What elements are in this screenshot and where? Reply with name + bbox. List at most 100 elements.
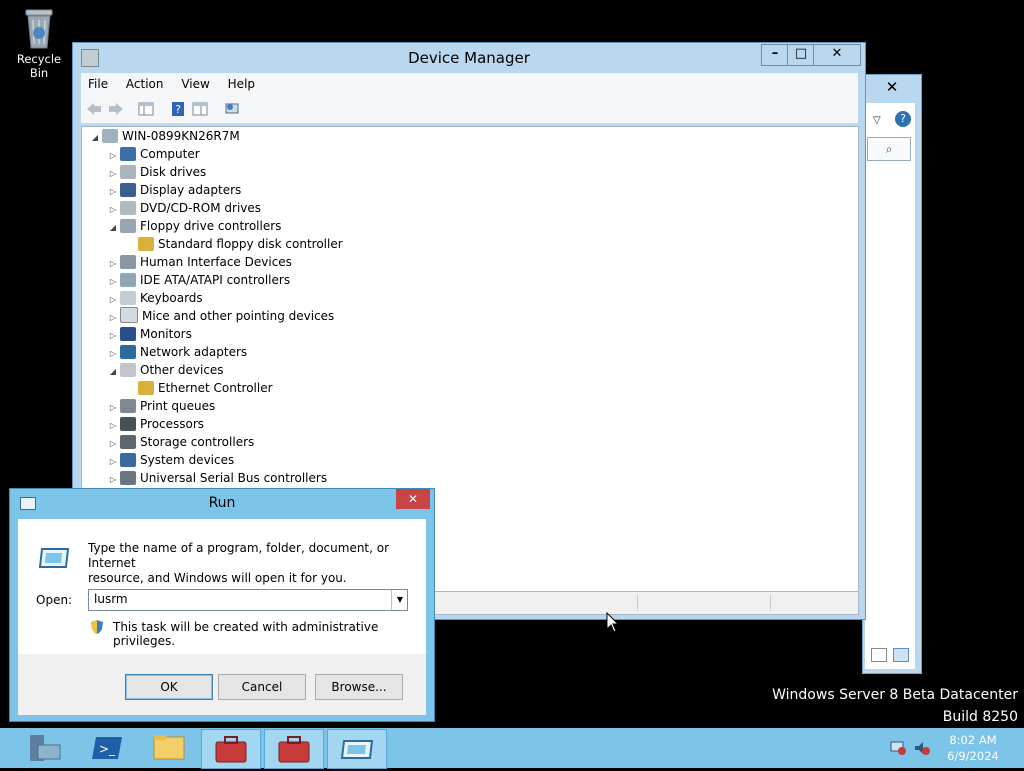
collapse-icon[interactable]: ◢ bbox=[90, 129, 100, 147]
minimize-button[interactable]: – bbox=[761, 44, 789, 66]
taskbar-toolbox-1[interactable] bbox=[201, 729, 261, 769]
menu-action[interactable]: Action bbox=[119, 73, 171, 95]
collapse-icon[interactable]: ◢ bbox=[108, 219, 118, 237]
network-adapter-icon bbox=[120, 345, 136, 359]
tree-item-label: Processors bbox=[140, 417, 205, 431]
properties-icon[interactable] bbox=[191, 100, 209, 118]
run-icon bbox=[38, 547, 70, 569]
close-button[interactable]: ✕ bbox=[813, 44, 861, 66]
tree-item-keyboards[interactable]: ▷ Keyboards bbox=[108, 289, 203, 307]
tree-item-label: IDE ATA/ATAPI controllers bbox=[140, 273, 291, 287]
tree-item-computer[interactable]: ▷ Computer bbox=[108, 145, 200, 163]
toolbox-icon bbox=[278, 736, 310, 763]
tree-item-disk-drives[interactable]: ▷ Disk drives bbox=[108, 163, 206, 181]
taskbar-clock[interactable]: 8:02 AM 6/9/2024 bbox=[938, 732, 1008, 764]
tree-item-system-devices[interactable]: ▷ System devices bbox=[108, 451, 234, 469]
computer-icon bbox=[120, 147, 136, 161]
tree-item-label: Floppy drive controllers bbox=[140, 219, 282, 233]
taskbar: >_ 8:02 AM 6/9/2024 bbox=[0, 728, 1024, 769]
help-book-icon[interactable]: ? bbox=[169, 100, 187, 118]
os-watermark: Windows Server 8 Beta Datacenter Build 8… bbox=[772, 684, 1018, 728]
mouse-cursor-icon bbox=[606, 611, 620, 637]
tree-child-label: Ethernet Controller bbox=[158, 381, 273, 395]
scan-hardware-icon[interactable] bbox=[223, 100, 241, 118]
maximize-button[interactable]: □ bbox=[787, 44, 815, 66]
taskbar-powershell[interactable]: >_ bbox=[78, 729, 136, 767]
open-input[interactable]: lusrm bbox=[94, 592, 128, 606]
taskbar-server-manager[interactable] bbox=[16, 729, 74, 767]
volume-muted-icon[interactable] bbox=[914, 741, 930, 755]
back-arrow-icon[interactable] bbox=[85, 100, 103, 118]
tree-item-processors[interactable]: ▷ Processors bbox=[108, 415, 204, 433]
tree-item-other-devices[interactable]: ◢ Other devices bbox=[108, 361, 224, 379]
powershell-icon: >_ bbox=[92, 737, 122, 759]
recycle-bin-icon bbox=[22, 6, 56, 50]
cancel-button[interactable]: Cancel bbox=[218, 674, 306, 700]
status-divider bbox=[637, 595, 638, 611]
tree-item-mice[interactable]: ▷ Mice and other pointing devices bbox=[108, 307, 334, 325]
menu-view[interactable]: View bbox=[174, 73, 216, 95]
warning-device-icon bbox=[138, 381, 154, 395]
taskbar-toolbox-2[interactable] bbox=[264, 729, 324, 769]
file-explorer-icon bbox=[153, 735, 185, 760]
tree-item-dvd-drives[interactable]: ▷ DVD/CD-ROM drives bbox=[108, 199, 261, 217]
tree-item-label: Human Interface Devices bbox=[140, 255, 292, 269]
tree-item-network-adapters[interactable]: ▷ Network adapters bbox=[108, 343, 247, 361]
recycle-bin[interactable]: Recycle Bin bbox=[6, 6, 72, 80]
tree-root[interactable]: ◢ WIN-0899KN26R7M bbox=[90, 127, 240, 145]
printer-icon bbox=[120, 399, 136, 413]
recycle-bin-label: Recycle Bin bbox=[16, 52, 62, 80]
dropdown-arrow-icon[interactable]: ▼ bbox=[391, 590, 408, 610]
tree-item-usb-controllers[interactable]: ▷ Universal Serial Bus controllers bbox=[108, 469, 327, 487]
tree-child-ethernet-controller[interactable]: Ethernet Controller bbox=[136, 379, 273, 397]
tree-item-print-queues[interactable]: ▷ Print queues bbox=[108, 397, 215, 415]
help-icon[interactable]: ? bbox=[895, 111, 911, 127]
tiles-view-icon[interactable] bbox=[893, 648, 909, 662]
dialog-description-line: Type the name of a program, folder, docu… bbox=[88, 541, 390, 570]
expand-icon[interactable]: ▷ bbox=[108, 471, 118, 489]
monitor-icon bbox=[120, 327, 136, 341]
tree-item-monitors[interactable]: ▷ Monitors bbox=[108, 325, 192, 343]
tree-item-label: Network adapters bbox=[140, 345, 248, 359]
dvd-drive-icon bbox=[120, 201, 136, 215]
close-button[interactable]: ✕ bbox=[396, 489, 430, 509]
processor-icon bbox=[120, 417, 136, 431]
watermark-edition: Windows Server 8 Beta Datacenter bbox=[772, 687, 1018, 703]
tree-item-label: Mice and other pointing devices bbox=[142, 309, 335, 323]
search-icon[interactable]: ⌕ bbox=[867, 137, 911, 161]
dialog-description-line: resource, and Windows will open it for y… bbox=[88, 571, 347, 585]
details-view-icon[interactable] bbox=[871, 648, 887, 662]
taskbar-file-explorer[interactable] bbox=[140, 729, 198, 767]
svg-text:?: ? bbox=[175, 103, 181, 116]
storage-controller-icon bbox=[120, 435, 136, 449]
tree-child-standard-floppy[interactable]: Standard floppy disk controller bbox=[136, 235, 343, 253]
tree-item-label: System devices bbox=[140, 453, 235, 467]
dialog-title: Run bbox=[208, 495, 236, 511]
tree-item-ide-controllers[interactable]: ▷ IDE ATA/ATAPI controllers bbox=[108, 271, 290, 289]
chevron-down-icon[interactable]: ▽ bbox=[873, 115, 881, 126]
tree-item-label: Monitors bbox=[140, 327, 192, 341]
hid-icon bbox=[120, 255, 136, 269]
forward-arrow-icon[interactable] bbox=[107, 100, 125, 118]
open-combobox[interactable]: lusrm ▼ bbox=[88, 589, 408, 611]
tree-item-storage-controllers[interactable]: ▷ Storage controllers bbox=[108, 433, 254, 451]
network-status-icon[interactable] bbox=[890, 741, 906, 755]
menu-help[interactable]: Help bbox=[221, 73, 262, 95]
background-window[interactable]: ✕ ▽ ? ⌕ bbox=[862, 74, 922, 674]
tree-item-display-adapters[interactable]: ▷ Display adapters bbox=[108, 181, 241, 199]
browse-button[interactable]: Browse... bbox=[315, 674, 403, 700]
run-dialog[interactable]: Run ✕ Type the name of a program, folder… bbox=[9, 488, 435, 722]
close-icon[interactable]: ✕ bbox=[867, 77, 917, 97]
title-bar[interactable]: Device Manager – □ ✕ bbox=[73, 43, 865, 73]
collapse-icon[interactable]: ◢ bbox=[108, 363, 118, 381]
tree-item-hid[interactable]: ▷ Human Interface Devices bbox=[108, 253, 292, 271]
console-tree-icon[interactable] bbox=[137, 100, 155, 118]
ok-button[interactable]: OK bbox=[125, 674, 213, 700]
clock-date: 6/9/2024 bbox=[947, 749, 999, 763]
menu-file[interactable]: File bbox=[81, 73, 115, 95]
tree-item-floppy-controllers[interactable]: ◢ Floppy drive controllers bbox=[108, 217, 281, 235]
taskbar-run[interactable] bbox=[327, 729, 387, 769]
menu-bar: File Action View Help bbox=[81, 73, 858, 95]
tree-item-label: Print queues bbox=[140, 399, 216, 413]
svg-text:>_: >_ bbox=[99, 742, 116, 756]
